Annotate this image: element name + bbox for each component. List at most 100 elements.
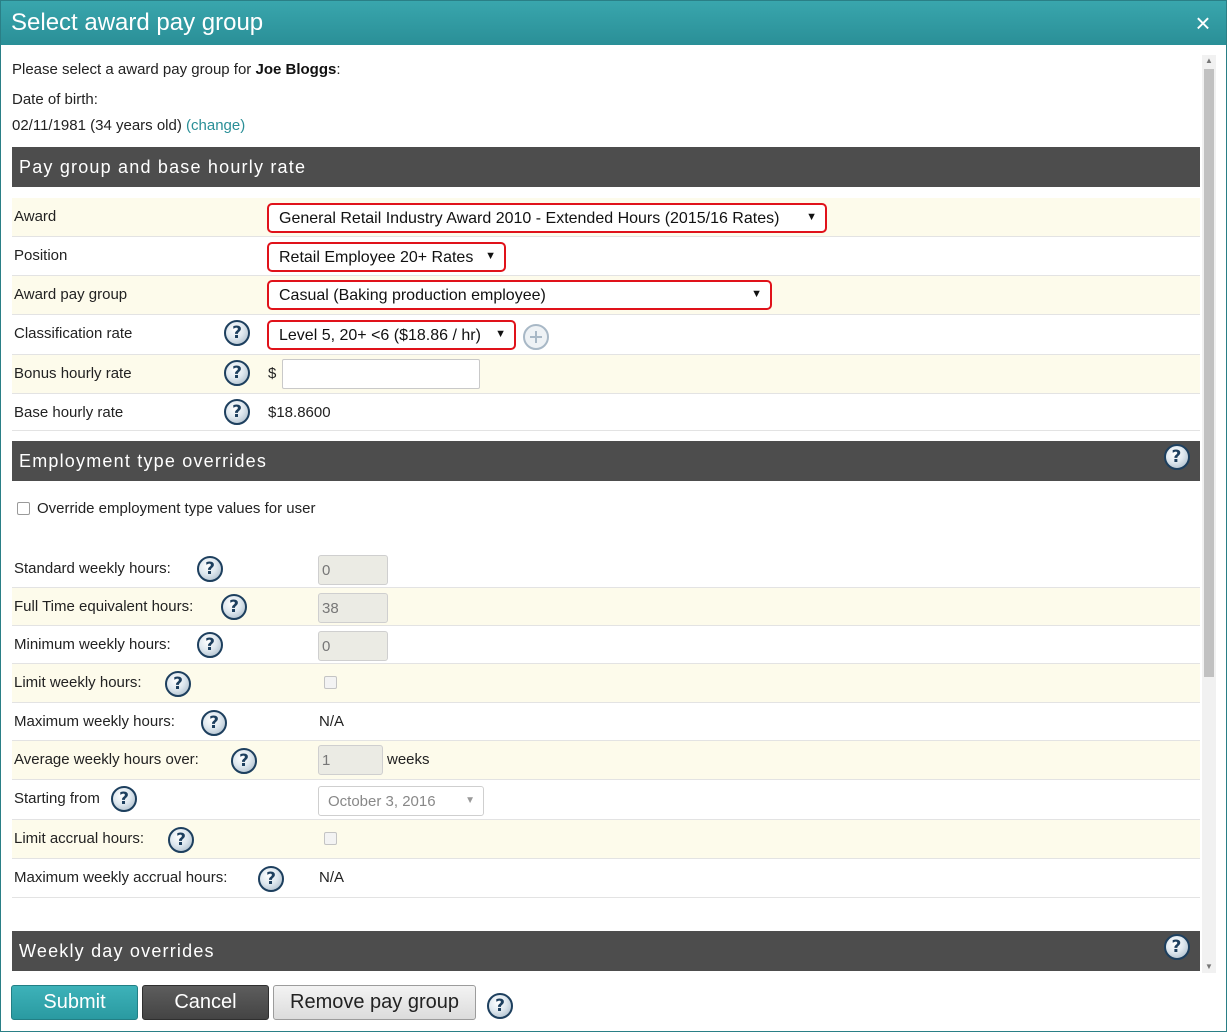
- classification-rate-row: Classification rate ? Level 5, 20+ <6 ($…: [12, 315, 1200, 355]
- limit-weekly-hours-label: Limit weekly hours:: [14, 674, 142, 691]
- help-icon[interactable]: ?: [1164, 444, 1190, 470]
- help-icon[interactable]: ?: [201, 710, 227, 736]
- close-icon[interactable]: ×: [1192, 10, 1214, 36]
- remove-pay-group-button[interactable]: Remove pay group: [273, 985, 476, 1020]
- maximum-weekly-accrual-row: Maximum weekly accrual hours: ? N/A: [12, 859, 1200, 898]
- override-employment-checkbox[interactable]: [17, 502, 30, 515]
- help-icon[interactable]: ?: [224, 320, 250, 346]
- cancel-button[interactable]: Cancel: [142, 985, 269, 1020]
- limit-accrual-hours-label: Limit accrual hours:: [14, 830, 145, 847]
- intro-prompt: Please select a award pay group for Joe …: [12, 61, 341, 78]
- base-hourly-rate-row: Base hourly rate ? $18.8600: [12, 394, 1200, 431]
- help-icon[interactable]: ?: [231, 748, 257, 774]
- minimum-weekly-hours-input[interactable]: 0: [318, 631, 388, 661]
- help-icon[interactable]: ?: [197, 556, 223, 582]
- employment-overrides-section-header: Employment type overrides ?: [12, 441, 1200, 481]
- dob-line: 02/11/1981 (34 years old) (change): [12, 117, 245, 134]
- fte-hours-row: Full Time equivalent hours: ? 38: [12, 588, 1200, 626]
- pay-group-section-title: Pay group and base hourly rate: [19, 157, 307, 177]
- limit-accrual-hours-checkbox[interactable]: [324, 832, 337, 845]
- chevron-down-icon: ▼: [465, 795, 475, 806]
- pay-group-section-header: Pay group and base hourly rate: [12, 147, 1200, 187]
- dialog-title: Select award pay group: [11, 9, 264, 36]
- maximum-weekly-accrual-value: N/A: [319, 869, 345, 886]
- award-pay-group-row: Award pay group Casual (Baking productio…: [12, 276, 1200, 315]
- average-weekly-hours-input[interactable]: 1: [318, 745, 383, 775]
- award-select-value: General Retail Industry Award 2010 - Ext…: [279, 210, 780, 227]
- limit-weekly-hours-row: Limit weekly hours: ?: [12, 664, 1200, 703]
- help-icon[interactable]: ?: [165, 671, 191, 697]
- scrollbar-thumb[interactable]: [1204, 69, 1214, 677]
- weekly-day-overrides-title: Weekly day overrides: [19, 941, 215, 961]
- average-weekly-hours-row: Average weekly hours over: ? 1 weeks: [12, 741, 1200, 780]
- classification-rate-label: Classification rate: [14, 325, 133, 342]
- change-dob-link[interactable]: (change): [186, 117, 245, 134]
- content-scrollbar[interactable]: ▲ ▼: [1202, 55, 1216, 973]
- employee-name: Joe Bloggs: [255, 61, 337, 78]
- employment-overrides-title: Employment type overrides: [19, 451, 268, 471]
- maximum-weekly-hours-value: N/A: [319, 713, 345, 730]
- award-pay-group-label: Award pay group: [14, 286, 128, 303]
- maximum-weekly-hours-label: Maximum weekly hours:: [14, 713, 175, 730]
- add-classification-icon[interactable]: [523, 324, 549, 350]
- dob-value: 02/11/1981 (34 years old): [12, 117, 182, 134]
- help-icon[interactable]: ?: [221, 594, 247, 620]
- scroll-down-icon[interactable]: ▼: [1202, 961, 1216, 973]
- help-icon[interactable]: ?: [168, 827, 194, 853]
- chevron-down-icon: ▼: [495, 328, 506, 340]
- position-label: Position: [14, 247, 68, 264]
- override-employment-label: Override employment type values for user: [37, 500, 316, 517]
- intro-prompt-colon: :: [336, 61, 341, 78]
- position-row: Position Retail Employee 20+ Rates ▼: [12, 237, 1200, 276]
- award-select[interactable]: General Retail Industry Award 2010 - Ext…: [267, 203, 827, 233]
- award-row: Award General Retail Industry Award 2010…: [12, 198, 1200, 237]
- award-pay-group-select[interactable]: Casual (Baking production employee) ▼: [267, 280, 772, 310]
- starting-from-label: Starting from: [14, 790, 100, 807]
- submit-button[interactable]: Submit: [11, 985, 138, 1020]
- dialog-content: Please select a award pay group for Joe …: [1, 45, 1200, 975]
- base-hourly-rate-value: $18.8600: [268, 404, 331, 421]
- standard-weekly-hours-row: Standard weekly hours: ? 0: [12, 550, 1200, 588]
- help-icon[interactable]: ?: [1164, 934, 1190, 960]
- dialog-titlebar: Select award pay group ×: [1, 1, 1226, 45]
- classification-rate-select[interactable]: Level 5, 20+ <6 ($18.86 / hr) ▼: [267, 320, 516, 350]
- help-icon[interactable]: ?: [224, 399, 250, 425]
- help-icon[interactable]: ?: [258, 866, 284, 892]
- base-hourly-rate-label: Base hourly rate: [14, 404, 124, 421]
- position-select-value: Retail Employee 20+ Rates: [279, 249, 474, 266]
- fte-hours-label: Full Time equivalent hours:: [14, 598, 194, 615]
- help-icon[interactable]: ?: [224, 360, 250, 386]
- starting-from-value: October 3, 2016: [328, 793, 436, 810]
- award-pay-group-select-value: Casual (Baking production employee): [279, 287, 546, 304]
- minimum-weekly-hours-row: Minimum weekly hours: ? 0: [12, 626, 1200, 664]
- maximum-weekly-hours-row: Maximum weekly hours: ? N/A: [12, 703, 1200, 741]
- help-icon[interactable]: ?: [487, 993, 513, 1019]
- chevron-down-icon: ▼: [751, 288, 762, 300]
- award-pay-group-dialog: Select award pay group × Please select a…: [0, 0, 1227, 1032]
- weeks-unit: weeks: [387, 751, 430, 768]
- bonus-hourly-rate-label: Bonus hourly rate: [14, 365, 132, 382]
- average-weekly-hours-label: Average weekly hours over:: [14, 751, 199, 768]
- dialog-footer: Submit Cancel Remove pay group ?: [1, 977, 1226, 1031]
- starting-from-row: Starting from ? October 3, 2016 ▼: [12, 780, 1200, 820]
- limit-weekly-hours-checkbox[interactable]: [324, 676, 337, 689]
- position-select[interactable]: Retail Employee 20+ Rates ▼: [267, 242, 506, 272]
- starting-from-select[interactable]: October 3, 2016 ▼: [318, 786, 484, 816]
- intro-prompt-text: Please select a award pay group for: [12, 61, 256, 78]
- help-icon[interactable]: ?: [111, 786, 137, 812]
- award-label: Award: [14, 208, 57, 225]
- currency-symbol: $: [268, 365, 277, 382]
- chevron-down-icon: ▼: [806, 211, 817, 223]
- limit-accrual-hours-row: Limit accrual hours: ?: [12, 820, 1200, 859]
- bonus-hourly-rate-input[interactable]: [282, 359, 480, 389]
- bonus-hourly-rate-row: Bonus hourly rate ? $: [12, 355, 1200, 394]
- classification-rate-select-value: Level 5, 20+ <6 ($18.86 / hr): [279, 327, 481, 344]
- minimum-weekly-hours-label: Minimum weekly hours:: [14, 636, 171, 653]
- dob-label: Date of birth:: [12, 91, 98, 108]
- weekly-day-overrides-section-header: Weekly day overrides ?: [12, 931, 1200, 971]
- standard-weekly-hours-label: Standard weekly hours:: [14, 560, 171, 577]
- scroll-up-icon[interactable]: ▲: [1202, 55, 1216, 67]
- fte-hours-input[interactable]: 38: [318, 593, 388, 623]
- help-icon[interactable]: ?: [197, 632, 223, 658]
- standard-weekly-hours-input[interactable]: 0: [318, 555, 388, 585]
